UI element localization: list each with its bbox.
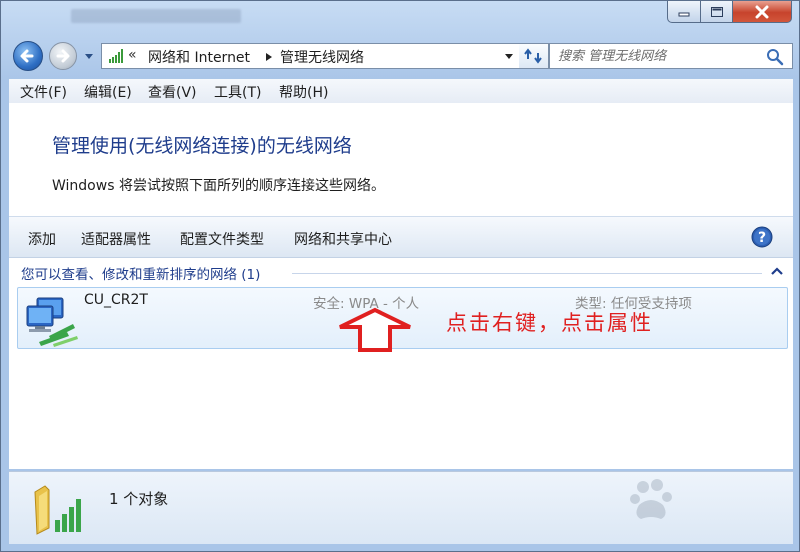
wireless-computer-icon [26, 297, 78, 347]
address-bar[interactable]: « 网络和 Internet 管理无线网络 [101, 43, 521, 69]
maximize-icon [710, 6, 723, 17]
object-count: 1 个对象 [109, 490, 169, 508]
annotation-up-arrow [339, 307, 411, 352]
page-title: 管理使用(无线网络连接)的无线网络 [52, 135, 352, 157]
menu-help[interactable]: 帮助(H) [279, 82, 328, 102]
profile-types-button[interactable]: 配置文件类型 [180, 229, 264, 249]
annotation-text: 点击右键，点击属性 [446, 311, 653, 335]
menu-bar: 文件(F) 编辑(E) 查看(V) 工具(T) 帮助(H) [9, 79, 793, 104]
content-pane: 管理使用(无线网络连接)的无线网络 Windows 将尝试按照下面所列的顺序连接… [9, 103, 793, 469]
search-input[interactable] [558, 47, 758, 65]
network-name: CU_CR2T [84, 292, 148, 308]
chevron-up-icon[interactable] [770, 266, 784, 276]
navigation-bar: « 网络和 Internet 管理无线网络 [9, 39, 793, 75]
arrow-right-icon [56, 49, 70, 63]
chevron-down-icon[interactable] [502, 49, 516, 63]
group-header[interactable]: 您可以查看、修改和重新排序的网络 (1) [21, 263, 260, 283]
close-icon [755, 5, 769, 18]
svg-text:?: ? [758, 230, 766, 246]
menu-file[interactable]: 文件(F) [20, 82, 67, 102]
add-button[interactable]: 添加 [28, 229, 56, 249]
title-bar[interactable] [1, 1, 800, 39]
help-icon[interactable]: ? [751, 226, 773, 248]
network-sharing-center-button[interactable]: 网络和共享中心 [294, 229, 392, 249]
forward-button[interactable] [49, 42, 77, 70]
refresh-button[interactable] [519, 43, 549, 69]
minimize-button[interactable] [667, 1, 701, 23]
back-button[interactable] [13, 41, 43, 71]
breadcrumb-network-internet[interactable]: 网络和 Internet [148, 47, 250, 67]
wireless-network-icon [109, 49, 123, 63]
page-description: Windows 将尝试按照下面所列的顺序连接这些网络。 [52, 178, 385, 194]
maximize-button[interactable] [700, 1, 733, 23]
search-icon[interactable] [766, 48, 784, 66]
recent-pages-dropdown-icon[interactable] [81, 48, 97, 64]
command-bar: 添加 适配器属性 配置文件类型 网络和共享中心 ? [9, 216, 793, 258]
adapter-properties-button[interactable]: 适配器属性 [81, 229, 151, 249]
baidu-watermark-logo [630, 479, 672, 519]
window-title-blurred [71, 9, 241, 23]
menu-view[interactable]: 查看(V) [148, 82, 197, 102]
arrow-left-icon [20, 49, 34, 63]
address-overflow-chevron[interactable]: « [128, 47, 137, 63]
menu-edit[interactable]: 编辑(E) [84, 82, 132, 102]
breadcrumb-manage-wireless[interactable]: 管理无线网络 [280, 47, 364, 67]
wireless-folder-icon [34, 485, 81, 535]
minimize-icon [678, 12, 690, 16]
search-box[interactable] [549, 43, 793, 69]
breadcrumb-separator-icon[interactable] [265, 53, 273, 61]
close-button[interactable] [732, 1, 792, 23]
menu-tools[interactable]: 工具(T) [214, 82, 261, 102]
explorer-window: « 网络和 Internet 管理无线网络 文件(F) 编辑(E) 查看(V) … [0, 0, 800, 552]
refresh-icon [523, 48, 542, 64]
group-divider [292, 273, 762, 274]
